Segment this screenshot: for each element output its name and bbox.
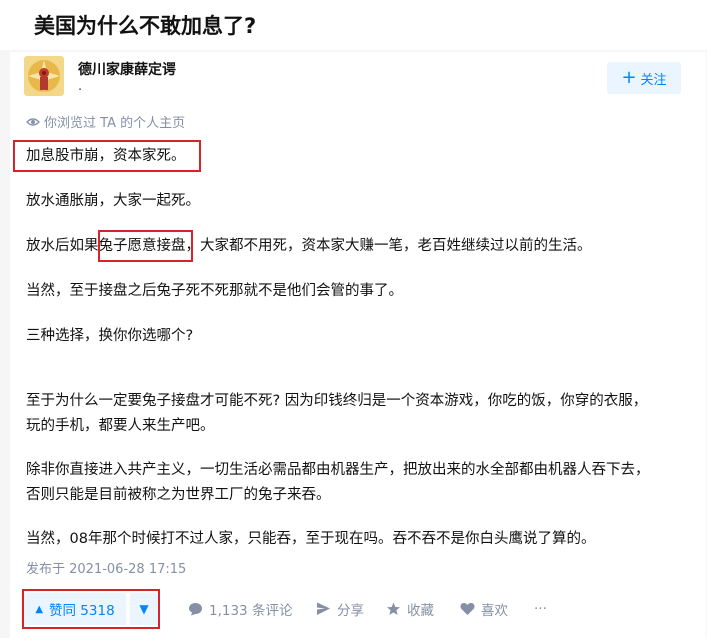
like-label: 喜欢 bbox=[481, 603, 508, 619]
answer-card: 德川家康薛定谔 . + 关注 你浏览过 TA 的个人主页 加息股市崩，资本家死。… bbox=[10, 52, 706, 638]
collect-button[interactable]: 收藏 bbox=[386, 593, 434, 625]
paragraph-2: 放水通胀崩，大家一起死。 bbox=[26, 193, 200, 209]
share-button[interactable]: 分享 bbox=[316, 593, 364, 625]
visit-note: 你浏览过 TA 的个人主页 bbox=[26, 112, 185, 131]
question-header: 美国为什么不敢加息了? bbox=[0, 0, 707, 50]
paragraph-6-line-2: 玩的手机，都要人来生产吧。 bbox=[26, 418, 215, 434]
heart-icon bbox=[460, 603, 475, 615]
highlight-box-paragraph-1 bbox=[13, 140, 201, 172]
more-icon: ··· bbox=[534, 601, 547, 617]
author-avatar[interactable] bbox=[24, 56, 64, 96]
publish-time[interactable]: 发布于 2021-06-28 17:15 bbox=[26, 558, 186, 577]
highlight-box-phrase bbox=[98, 230, 193, 262]
paragraph-4: 当然，至于接盘之后兔子死不死那就不是他们会管的事了。 bbox=[26, 283, 403, 299]
share-label: 分享 bbox=[337, 603, 364, 619]
paragraph-5: 三种选择，换你你选哪个? bbox=[26, 328, 194, 344]
visit-note-text: 你浏览过 TA 的个人主页 bbox=[44, 116, 186, 131]
question-title[interactable]: 美国为什么不敢加息了? bbox=[34, 10, 256, 40]
comment-icon bbox=[189, 603, 202, 616]
comments-label: 1,133 条评论 bbox=[209, 603, 293, 619]
highlight-box-vote bbox=[22, 589, 160, 629]
more-button[interactable]: ··· bbox=[534, 593, 547, 625]
author-bio: . bbox=[78, 79, 83, 94]
like-button[interactable]: 喜欢 bbox=[460, 593, 508, 625]
follow-button[interactable]: + 关注 bbox=[607, 62, 681, 94]
share-icon bbox=[317, 602, 330, 615]
collect-label: 收藏 bbox=[407, 603, 434, 619]
star-icon bbox=[387, 602, 400, 615]
action-bar: ▲ 赞同 5318 ▼ 1,133 条评论 分享 收藏 喜欢 ··· bbox=[10, 582, 706, 638]
plus-icon: + bbox=[621, 67, 637, 88]
author-name[interactable]: 德川家康薛定谔 bbox=[78, 59, 176, 79]
follow-label: 关注 bbox=[640, 72, 667, 88]
paragraph-7-line-1: 除非你直接进入共产主义，一切生活必需品都由机器生产，把放出来的水全部都由机器人吞… bbox=[26, 462, 650, 478]
paragraph-8: 当然，08年那个时候打不过人家，只能吞，至于现在吗。吞不吞不是你白头鹰说了算的。 bbox=[26, 531, 596, 547]
eye-icon bbox=[26, 117, 40, 126]
paragraph-7-line-2: 否则只能是目前被称之为世界工厂的兔子来吞。 bbox=[26, 487, 331, 503]
paragraph-6-line-1: 至于为什么一定要兔子接盘才可能不死? 因为印钱终归是一个资本游戏，你吃的饭，你穿… bbox=[26, 393, 648, 409]
comments-button[interactable]: 1,133 条评论 bbox=[188, 593, 292, 625]
